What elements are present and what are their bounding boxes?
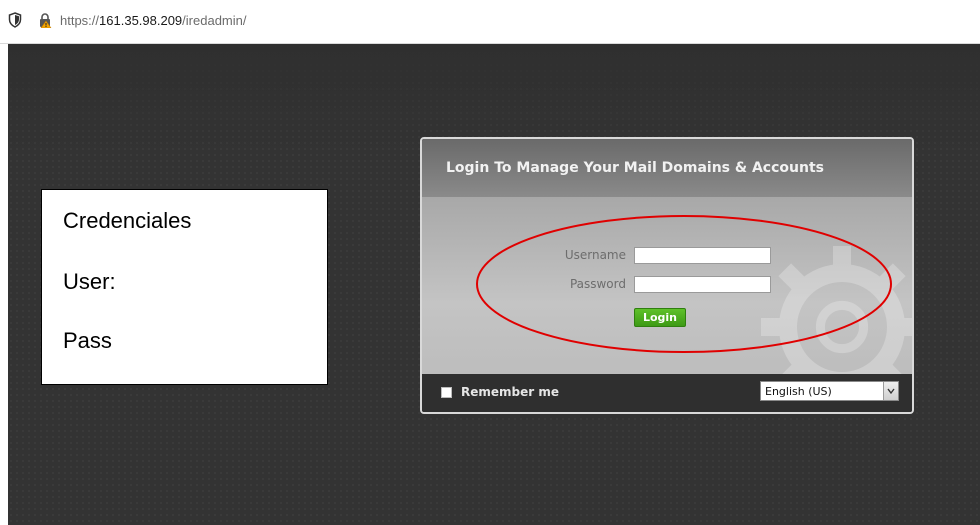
note-pass: Pass	[63, 328, 112, 353]
chevron-down-icon[interactable]	[883, 382, 898, 400]
note-title: Credenciales	[63, 208, 192, 233]
password-label: Password	[569, 277, 626, 291]
language-select[interactable]: English (US)	[760, 381, 899, 401]
url-text[interactable]: https://161.35.98.209/iredadmin/	[60, 13, 246, 28]
remember-me-checkbox[interactable]	[441, 387, 452, 398]
username-input[interactable]	[634, 247, 771, 264]
url-path: /iredadmin/	[182, 13, 247, 28]
username-label: Username	[564, 248, 626, 262]
login-panel-footer: Remember me English (US)	[422, 374, 912, 412]
gear-icon	[761, 246, 912, 374]
credentials-note: Credenciales User: Pass	[41, 189, 328, 385]
url-prefix: https://	[60, 13, 100, 28]
login-panel: Login To Manage Your Mail Domains & Acco…	[420, 137, 914, 414]
language-select-value: English (US)	[765, 385, 832, 398]
remember-me-label[interactable]: Remember me	[461, 385, 559, 399]
password-input[interactable]	[634, 276, 771, 293]
login-button[interactable]: Login	[634, 308, 686, 327]
browser-address-bar: https://161.35.98.209/iredadmin/	[0, 0, 980, 44]
login-panel-header: Login To Manage Your Mail Domains & Acco…	[422, 139, 912, 198]
note-user: User:	[63, 269, 116, 294]
insecure-lock-icon[interactable]	[37, 12, 53, 28]
url-host: 161.35.98.209	[99, 13, 183, 28]
shield-icon[interactable]	[8, 12, 22, 28]
login-form: Username Password Login	[422, 197, 912, 374]
login-panel-title: Login To Manage Your Mail Domains & Acco…	[446, 160, 824, 176]
page-background: Credenciales User: Pass Login To Manage …	[8, 44, 980, 525]
